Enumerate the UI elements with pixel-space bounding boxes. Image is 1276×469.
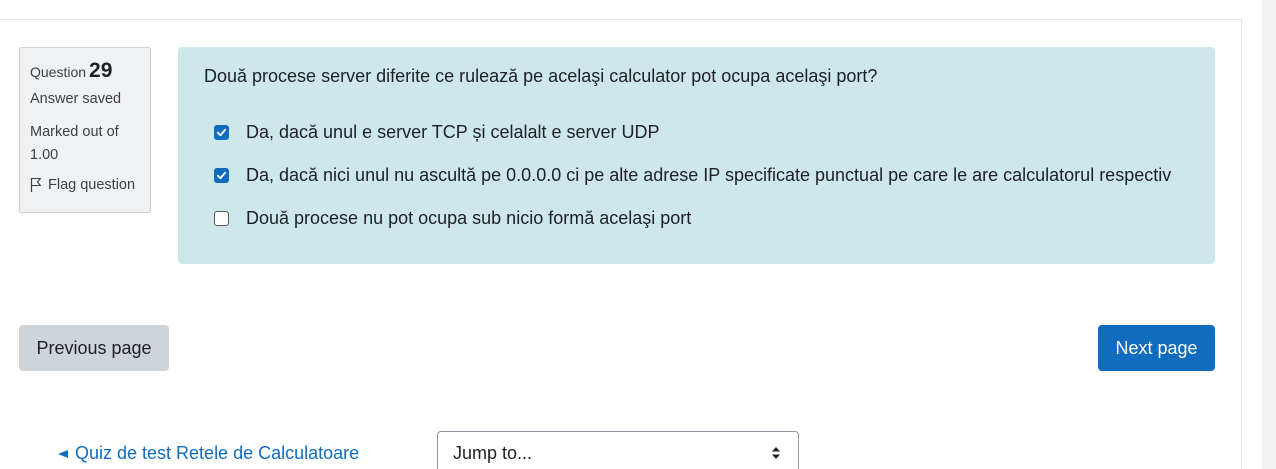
- answer-option-1[interactable]: Da, dacă unul e server TCP și celalalt e…: [214, 122, 660, 143]
- flag-question-label: Flag question: [48, 177, 136, 193]
- question-number-value: 29: [89, 59, 113, 82]
- top-divider: [0, 19, 1242, 20]
- scrollbar[interactable]: [1262, 0, 1276, 469]
- flag-question-link[interactable]: Flag question: [30, 177, 140, 193]
- question-prefix: Question: [30, 64, 87, 80]
- question-content: Două procese server diferite ce rulează …: [178, 47, 1215, 264]
- jump-to-value: Jump to...: [453, 443, 533, 463]
- quiz-page: Question 29 Answer saved Marked out of 1.…: [0, 0, 1276, 469]
- answer-label-2: Da, dacă nici unul nu ascultă pe 0.0.0.0…: [246, 165, 1172, 185]
- checkbox-checked-icon[interactable]: [214, 168, 229, 183]
- question-text: Două procese server diferite ce rulează …: [204, 66, 878, 86]
- answer-option-2[interactable]: Da, dacă nici unul nu ascultă pe 0.0.0.0…: [214, 165, 1171, 186]
- back-arrow-icon: [58, 449, 68, 458]
- next-page-button[interactable]: Next page: [1098, 325, 1215, 371]
- back-to-quiz-link[interactable]: Quiz de test Retele de Calculatoare: [58, 443, 359, 464]
- answer-label-3: Două procese nu pot ocupa sub nicio form…: [246, 208, 692, 228]
- question-number: Question 29: [30, 59, 140, 83]
- answer-label-1: Da, dacă unul e server TCP și celalalt e…: [246, 122, 660, 142]
- answer-option-3[interactable]: Două procese nu pot ocupa sub nicio form…: [214, 208, 691, 229]
- checkbox-empty-icon[interactable]: [214, 211, 229, 226]
- back-to-quiz-label: Quiz de test Retele de Calculatoare: [75, 443, 360, 463]
- select-arrows-icon: [772, 447, 780, 459]
- question-state: Answer saved: [30, 91, 122, 107]
- question-grade: Marked out of 1.00: [30, 124, 119, 163]
- checkbox-checked-icon[interactable]: [214, 125, 229, 140]
- previous-page-button[interactable]: Previous page: [19, 325, 169, 371]
- content-right-border: [1241, 19, 1242, 469]
- jump-to-select[interactable]: Jump to...: [437, 431, 799, 469]
- flag-icon: [30, 177, 42, 192]
- question-info-panel: Question 29 Answer saved Marked out of 1.…: [19, 47, 151, 213]
